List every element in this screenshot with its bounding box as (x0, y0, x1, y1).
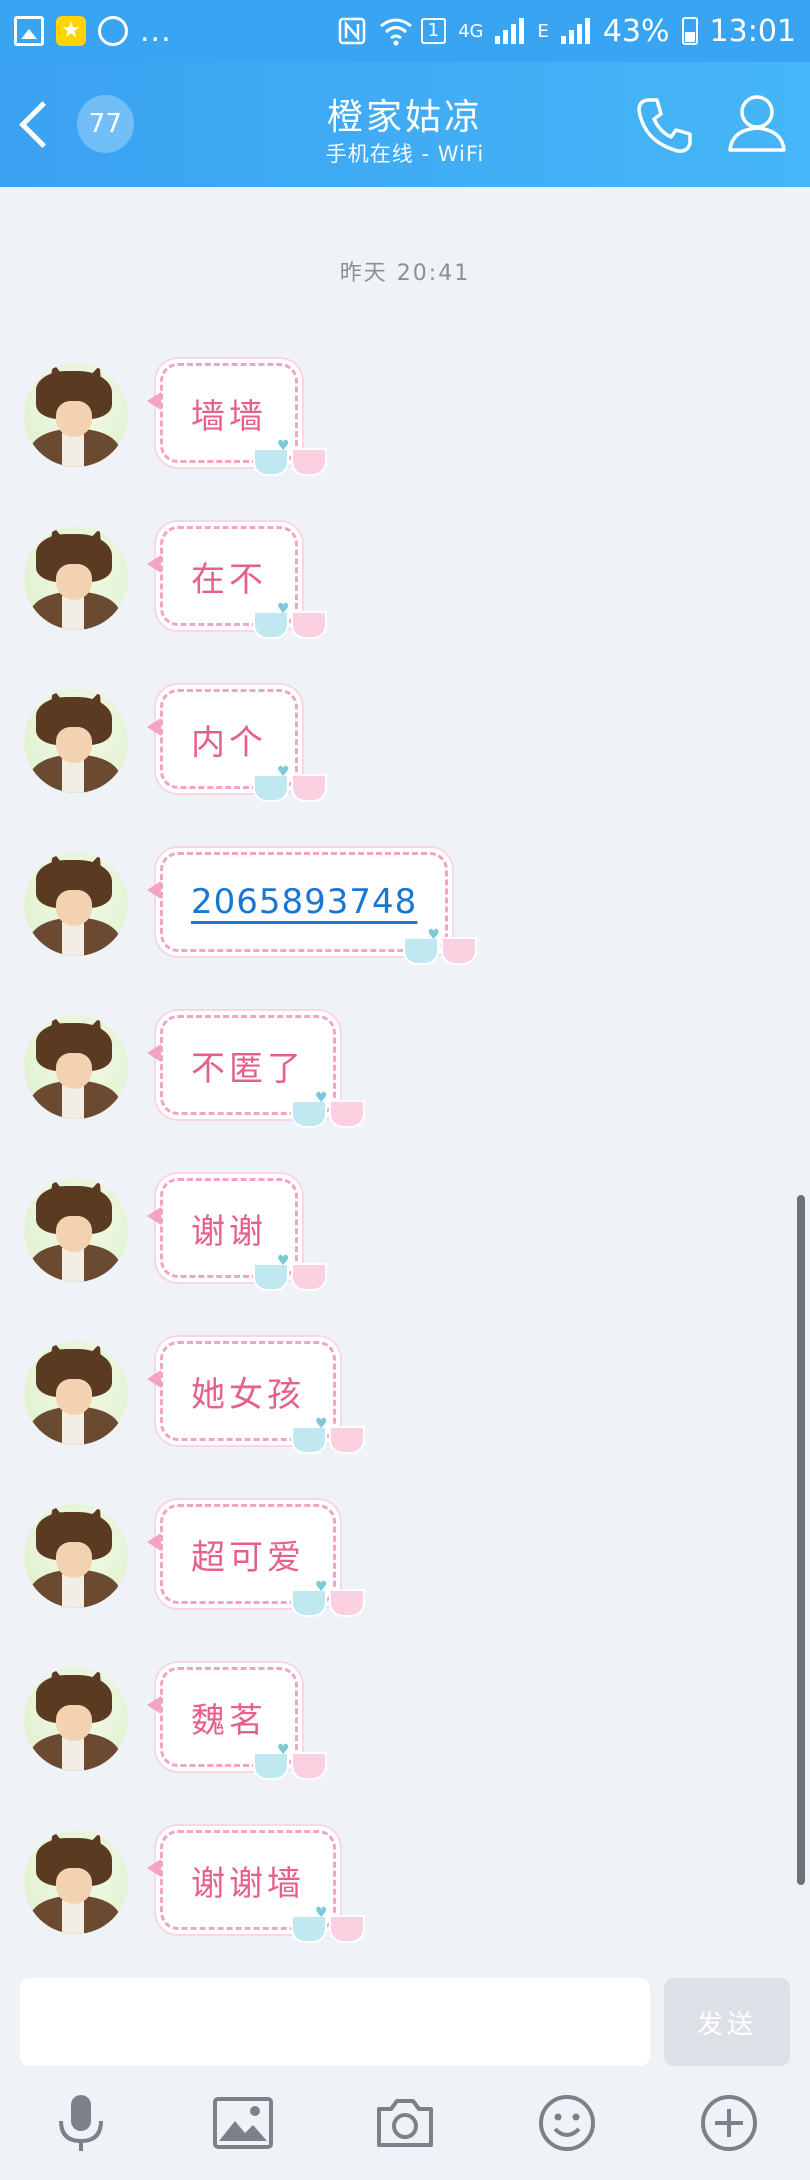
message-text[interactable]: 2065893748 (191, 882, 417, 922)
emoji-icon (539, 2095, 595, 2151)
message-bubble[interactable]: 在不 ♥ (147, 526, 327, 639)
message-text: 墙墙 (191, 396, 267, 437)
network-type-secondary: E (537, 20, 549, 42)
more-options-button[interactable] (694, 2088, 764, 2158)
sender-avatar[interactable] (24, 526, 128, 630)
message-text: 魏茗 (191, 1700, 267, 1741)
battery-icon (681, 17, 698, 45)
emoji-button[interactable] (532, 2088, 602, 2158)
teacup-decoration-icon: ♥ (291, 1905, 371, 1943)
sim-slot-indicator: 1 (420, 18, 447, 44)
message-text: 超可爱 (191, 1537, 305, 1578)
sender-avatar[interactable] (24, 1667, 128, 1771)
microphone-icon (59, 2095, 103, 2151)
message-bubble[interactable]: 她女孩 ♥ (147, 1341, 365, 1454)
message-row: 2065893748 ♥ (0, 834, 810, 974)
message-input[interactable] (20, 1978, 650, 2066)
composer-area: 发送 (0, 1960, 810, 2180)
clock: 13:01 (709, 13, 796, 49)
message-bubble-number-link[interactable]: 2065893748 ♥ (146, 852, 478, 965)
sender-avatar[interactable] (24, 852, 128, 956)
teacup-decoration-icon: ♥ (253, 764, 333, 802)
nfc-icon (337, 16, 367, 46)
signal-strength-icon (495, 18, 525, 44)
message-row: 魏茗 ♥ (0, 1649, 810, 1789)
message-timestamp: 昨天 20:41 (339, 261, 471, 286)
plus-icon (701, 2095, 757, 2151)
message-bubble[interactable]: 谢谢墙 ♥ (147, 1830, 365, 1943)
message-text: 她女孩 (191, 1374, 305, 1415)
message-text: 谢谢 (191, 1211, 267, 1252)
voice-input-button[interactable] (46, 2088, 116, 2158)
teacup-decoration-icon: ♥ (291, 1090, 371, 1128)
teacup-decoration-icon: ♥ (291, 1579, 371, 1617)
status-bar: ★ ... 1 4G E 43% 13:01 (0, 0, 810, 62)
wifi-icon (379, 16, 412, 46)
message-row: 超可爱 ♥ (0, 1486, 810, 1626)
teacup-decoration-icon: ♥ (253, 1742, 333, 1780)
photo-button[interactable] (208, 2088, 278, 2158)
sender-avatar[interactable] (24, 1504, 128, 1608)
battery-percent: 43% (602, 13, 670, 49)
message-bubble[interactable]: 谢谢 ♥ (147, 1178, 327, 1291)
browser-notification-icon (98, 16, 128, 46)
voice-call-button[interactable] (630, 90, 700, 160)
sender-avatar[interactable] (24, 1341, 128, 1445)
image-icon (213, 2097, 273, 2149)
message-text: 不匿了 (191, 1048, 305, 1089)
teacup-decoration-icon: ♥ (253, 601, 333, 639)
message-row: 不匿了 ♥ (0, 997, 810, 1137)
sender-avatar[interactable] (24, 1178, 128, 1282)
sender-avatar[interactable] (24, 689, 128, 793)
message-row: 谢谢墙 ♥ (0, 1812, 810, 1952)
contact-profile-button[interactable] (722, 88, 792, 158)
phone-icon (637, 98, 692, 153)
teacup-decoration-icon: ♥ (253, 1253, 333, 1291)
star-app-notification-icon: ★ (56, 16, 86, 46)
network-type-primary: 4G (458, 20, 484, 42)
gallery-notification-icon (14, 16, 44, 46)
signal-strength-2-icon (560, 18, 591, 44)
teacup-decoration-icon: ♥ (253, 438, 333, 476)
message-row: 墙墙 ♥ (0, 345, 810, 485)
message-bubble[interactable]: 不匿了 ♥ (147, 1015, 365, 1128)
more-notifications-indicator: ... (140, 13, 172, 49)
sender-avatar[interactable] (24, 1015, 128, 1119)
message-row: 她女孩 ♥ (0, 1323, 810, 1463)
message-row: 在不 ♥ (0, 508, 810, 648)
camera-button[interactable] (370, 2088, 440, 2158)
message-text: 谢谢墙 (191, 1863, 305, 1904)
message-bubble[interactable]: 内个 ♥ (147, 689, 327, 802)
teacup-decoration-icon: ♥ (291, 1416, 371, 1454)
user-icon (728, 95, 786, 152)
message-row: 谢谢 ♥ (0, 1160, 810, 1300)
teacup-decoration-icon: ♥ (403, 927, 483, 965)
sender-avatar[interactable] (24, 363, 128, 467)
message-row: 内个 ♥ (0, 671, 810, 811)
camera-icon (377, 2099, 433, 2147)
message-text: 在不 (191, 559, 267, 600)
message-text: 内个 (191, 722, 267, 763)
message-bubble[interactable]: 魏茗 ♥ (147, 1667, 327, 1780)
message-bubble[interactable]: 超可爱 ♥ (147, 1504, 365, 1617)
chat-scrollbar[interactable] (797, 1195, 805, 1885)
sender-avatar[interactable] (24, 1830, 128, 1934)
chat-header: 77 橙家姑凉 手机在线 - WiFi (0, 62, 810, 187)
message-bubble[interactable]: 墙墙 ♥ (147, 363, 327, 476)
send-button[interactable]: 发送 (664, 1978, 790, 2066)
